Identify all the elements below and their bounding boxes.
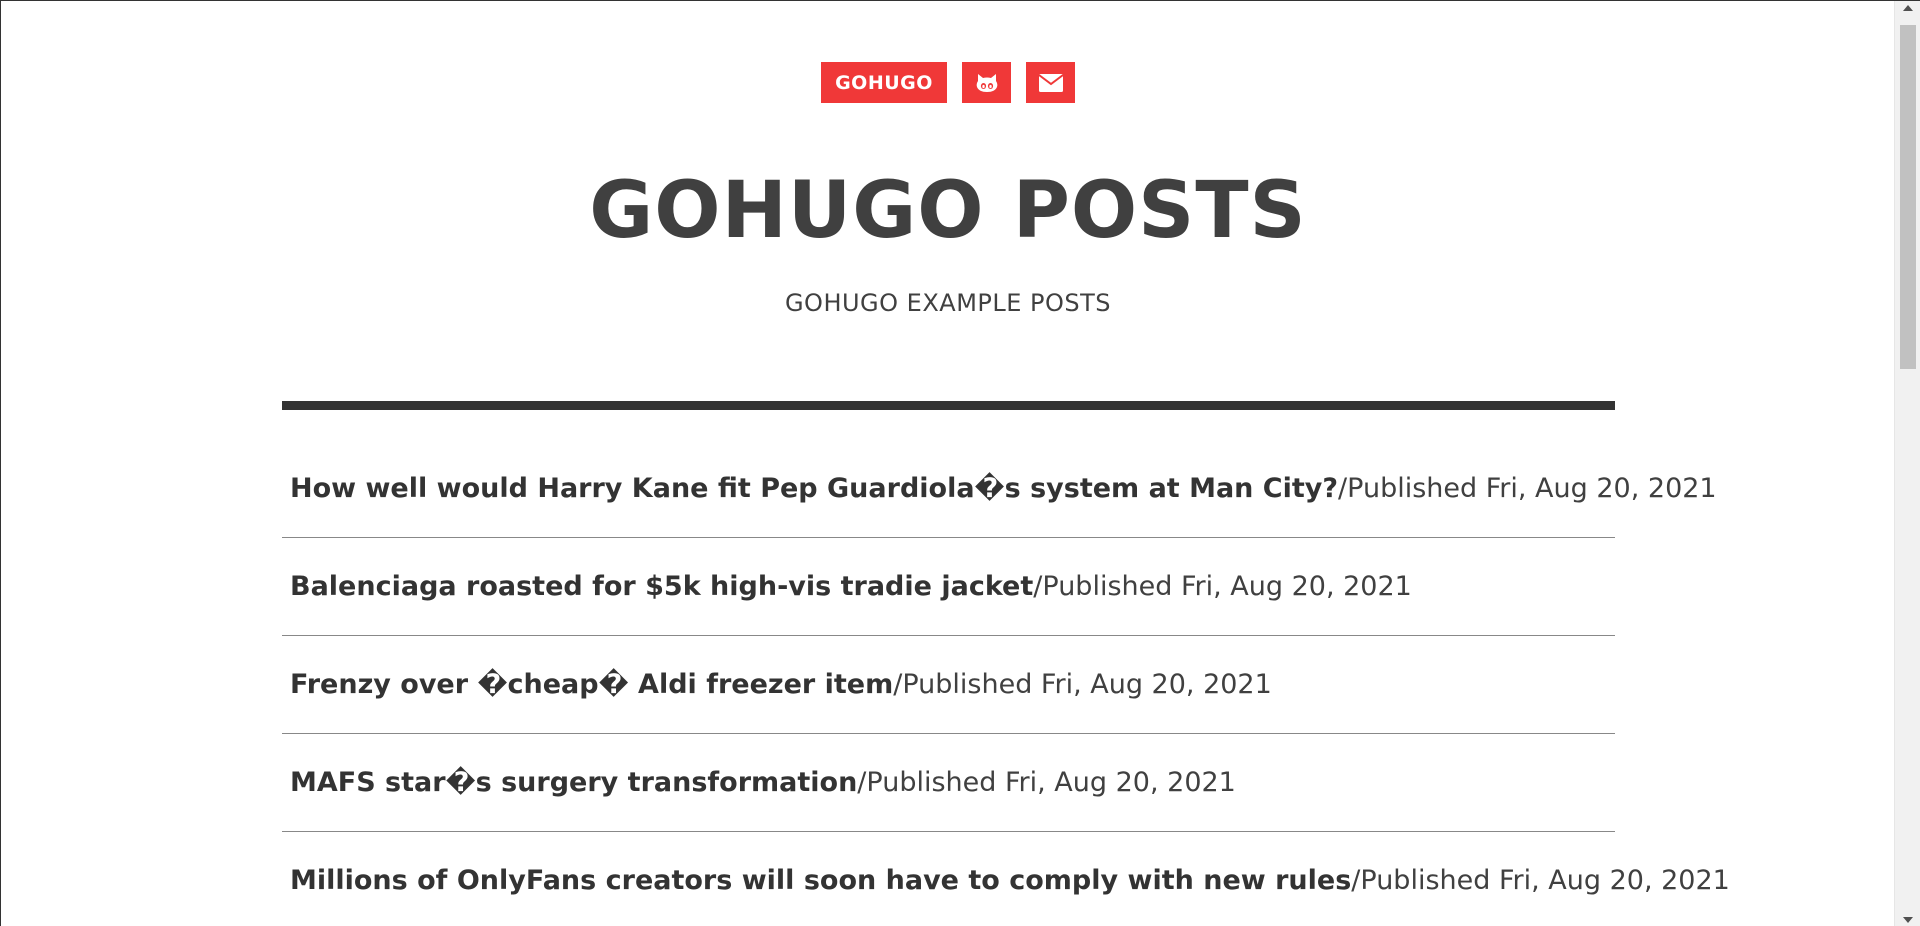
scroll-up-arrow-icon[interactable] [1903,5,1913,11]
post-title-link[interactable]: Balenciaga roasted for $5k high-vis trad… [290,569,1033,605]
page-subtitle: GOHUGO EXAMPLE POSTS [784,289,1112,317]
top-nav: GOHUGO [1,62,1895,103]
post-date: Published Fri, Aug 20, 2021 [1347,473,1717,504]
list-item: Balenciaga roasted for $5k high-vis trad… [282,538,1615,636]
post-separator: / [1351,864,1361,896]
page-viewport: GOHUGO GOHUGO POSTS GOHUGO EXAMPLE POSTS… [1,1,1895,926]
post-separator: / [893,668,903,700]
post-separator: / [1338,473,1348,504]
list-item: Frenzy over �cheap� Aldi freezer item / … [282,636,1615,734]
github-icon [975,72,999,94]
github-nav-button[interactable] [962,62,1011,103]
browser-page: GOHUGO GOHUGO POSTS GOHUGO EXAMPLE POSTS… [0,0,1920,926]
page-title: GOHUGO POSTS [589,166,1307,256]
envelope-icon [1037,73,1064,93]
post-title-link[interactable]: How well would Harry Kane fit Pep Guardi… [290,471,1338,507]
post-date: Published Fri, Aug 20, 2021 [1360,864,1730,896]
scrollbar-thumb[interactable] [1900,25,1916,369]
post-date: Published Fri, Aug 20, 2021 [902,668,1272,700]
email-nav-button[interactable] [1026,62,1075,103]
post-title-link[interactable]: MAFS star�s surgery transformation [290,765,857,801]
post-list: How well would Harry Kane fit Pep Guardi… [282,441,1730,926]
home-nav-button[interactable]: GOHUGO [821,62,947,103]
post-title-link[interactable]: Frenzy over �cheap� Aldi freezer item [290,667,893,703]
list-item: MAFS star�s surgery transformation / Pub… [282,734,1615,832]
post-separator: / [1033,570,1043,602]
post-separator: / [857,766,867,798]
scroll-down-arrow-icon[interactable] [1903,917,1913,923]
header-divider [282,401,1615,410]
post-title-link[interactable]: Millions of OnlyFans creators will soon … [290,863,1351,899]
vertical-scrollbar[interactable] [1894,1,1920,926]
list-item: Millions of OnlyFans creators will soon … [282,832,1730,926]
post-date: Published Fri, Aug 20, 2021 [1042,570,1412,602]
list-item: How well would Harry Kane fit Pep Guardi… [282,441,1717,538]
post-date: Published Fri, Aug 20, 2021 [866,766,1236,798]
